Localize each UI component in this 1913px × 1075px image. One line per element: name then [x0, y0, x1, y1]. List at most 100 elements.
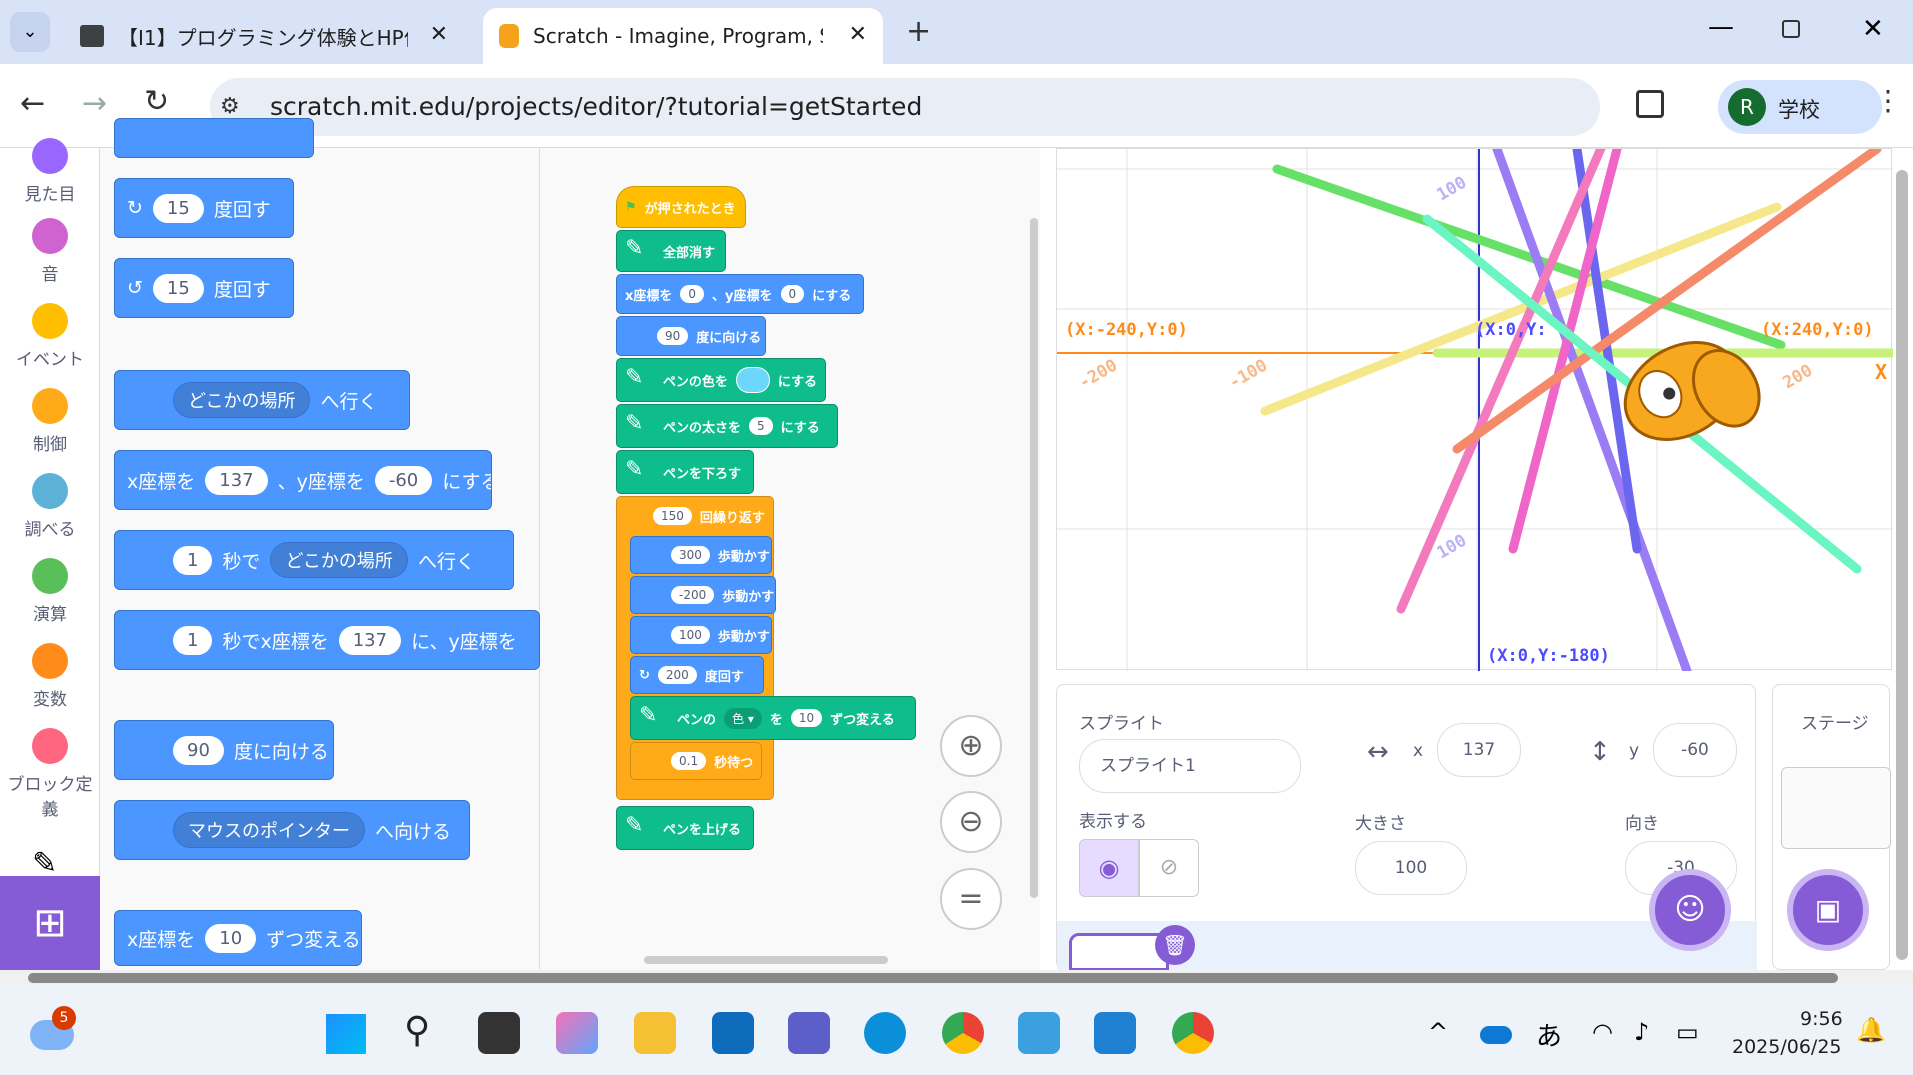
change-value[interactable]: 10: [205, 923, 257, 953]
notifications-icon[interactable]: 🔔: [1856, 1016, 1886, 1044]
block-move-1[interactable]: 300 歩動かす: [630, 536, 772, 574]
add-sprite-button[interactable]: ☺: [1649, 869, 1731, 951]
cat-sprite-icon[interactable]: [1608, 318, 1773, 473]
edge-icon[interactable]: [864, 1012, 906, 1054]
zoom-in-button[interactable]: ⊕: [940, 715, 1002, 777]
chrome-icon[interactable]: [942, 1012, 984, 1054]
show-hidden-button[interactable]: ⊘: [1139, 839, 1199, 897]
task-view-icon[interactable]: [478, 1012, 520, 1054]
forward-icon[interactable]: →: [82, 86, 107, 121]
file-explorer-icon[interactable]: [634, 1012, 676, 1054]
wait-value[interactable]: 0.1: [671, 752, 707, 770]
color-swatch[interactable]: [735, 367, 770, 393]
new-tab-button[interactable]: +: [906, 14, 931, 49]
stage-canvas[interactable]: (X:-240,Y:0) (X:0,Y: (X:240,Y:0) (X:0,Y:…: [1056, 134, 1898, 676]
category-looks[interactable]: 見た目: [0, 138, 100, 205]
block-turn-right[interactable]: ↻ 15 度回す: [114, 178, 294, 238]
wifi-icon[interactable]: ◠: [1592, 1018, 1613, 1046]
block-pen-up[interactable]: ✎ ペンを上げる: [616, 806, 754, 850]
category-operators[interactable]: 演算: [0, 558, 100, 625]
clock-time[interactable]: 9:56: [1800, 1008, 1843, 1030]
stage-thumbnail[interactable]: [1781, 767, 1891, 849]
add-backdrop-button[interactable]: ▣: [1787, 869, 1869, 951]
block-glide[interactable]: 1 秒で どこかの場所 へ行く: [114, 530, 514, 590]
block-pen-clear[interactable]: ✎ 全部消す: [616, 230, 726, 272]
tab-scratch[interactable]: Scratch - Imagine, Program, Sha ✕: [483, 8, 883, 64]
delete-sprite-icon[interactable]: 🗑: [1155, 925, 1195, 965]
pen-param-dropdown[interactable]: 色 ▾: [724, 707, 762, 729]
vscode-icon[interactable]: [1094, 1012, 1136, 1054]
x-value[interactable]: 137: [338, 625, 402, 655]
category-control[interactable]: 制御: [0, 388, 100, 455]
block-change-pen[interactable]: ✎ ペンの色 ▾ を 10 ずつ変える: [630, 696, 916, 740]
category-myblocks[interactable]: ブロック定義: [0, 728, 100, 820]
add-extension-button[interactable]: ⊞: [0, 876, 100, 970]
category-events[interactable]: イベント: [0, 303, 100, 370]
block-gotoxy[interactable]: x座標を 0 、y座標を 0 にする: [616, 274, 864, 314]
category-variables[interactable]: 変数: [0, 643, 100, 710]
ime-indicator[interactable]: あ: [1536, 1016, 1562, 1053]
url-text[interactable]: scratch.mit.edu/projects/editor/?tutoria…: [270, 92, 922, 121]
repeat-value[interactable]: 150: [653, 507, 692, 525]
zoom-out-button[interactable]: ⊖: [940, 791, 1002, 853]
block-top-partial[interactable]: [114, 118, 314, 158]
turn-value[interactable]: 200: [657, 666, 697, 684]
onedrive-icon[interactable]: [1480, 1026, 1512, 1044]
size-value[interactable]: 5: [749, 417, 773, 435]
site-info-icon[interactable]: ⚙: [220, 94, 240, 119]
block-glidexy[interactable]: 1 秒でx座標を 137 に、y座標を: [114, 610, 540, 670]
y-field[interactable]: -60: [1653, 723, 1737, 777]
close-icon[interactable]: ✕: [430, 22, 448, 47]
block-goto[interactable]: どこかの場所 へ行く: [114, 370, 410, 430]
block-set-pen-color[interactable]: ✎ ペンの色を にする: [616, 358, 826, 402]
teams-icon[interactable]: [788, 1012, 830, 1054]
secs-value[interactable]: 1: [173, 545, 213, 575]
page-horizontal-scrollbar[interactable]: [0, 970, 1913, 985]
close-icon[interactable]: ✕: [849, 22, 867, 47]
block-point[interactable]: 90 度に向ける: [114, 720, 334, 780]
search-icon[interactable]: ⚲: [404, 1010, 430, 1051]
y-value[interactable]: -60: [374, 465, 433, 495]
show-visible-button[interactable]: ◉: [1079, 839, 1139, 897]
glide-dropdown[interactable]: どこかの場所: [270, 542, 408, 578]
block-pen-down[interactable]: ✎ ペンを下ろす: [616, 450, 754, 494]
block-gotoxy[interactable]: x座標を 137 、y座標を -60 にする: [114, 450, 492, 510]
block-move-3[interactable]: 100 歩動かす: [630, 616, 772, 654]
battery-icon[interactable]: ▭: [1676, 1018, 1699, 1046]
notepad-icon[interactable]: [1018, 1012, 1060, 1054]
extensions-icon[interactable]: [1636, 90, 1664, 118]
block-move-2[interactable]: -200 歩動かす: [630, 576, 776, 614]
sprite-name-field[interactable]: スプライト1: [1079, 739, 1301, 793]
towards-dropdown[interactable]: マウスのポインター: [173, 812, 365, 848]
tray-chevron-icon[interactable]: ^: [1428, 1018, 1448, 1046]
direction-value[interactable]: 90: [173, 735, 224, 765]
block-wait[interactable]: 0.1 秒待つ: [630, 742, 762, 780]
zoom-reset-button[interactable]: =: [940, 868, 1002, 930]
block-changex[interactable]: x座標を 10 ずつ変える: [114, 910, 362, 966]
block-when-flag-clicked[interactable]: ⚑ が押されたとき: [616, 186, 746, 228]
tab-search-button[interactable]: ⌄: [10, 12, 50, 52]
steps-value[interactable]: 300: [671, 546, 710, 564]
direction-value[interactable]: 90: [657, 327, 689, 345]
category-sensing[interactable]: 調べる: [0, 473, 100, 540]
minimize-button[interactable]: —: [1708, 12, 1734, 42]
copilot-icon[interactable]: [556, 1012, 598, 1054]
steps-value[interactable]: 100: [671, 626, 710, 644]
change-value[interactable]: 10: [790, 709, 823, 727]
back-icon[interactable]: ←: [20, 86, 45, 121]
horizontal-scrollbar[interactable]: [644, 956, 888, 964]
block-turn-left[interactable]: ↺ 15 度回す: [114, 258, 294, 318]
block-pointtowards[interactable]: マウスのポインター へ向ける: [114, 800, 470, 860]
tab-classroom[interactable]: 【I1】プログラミング体験とHP作成実 ✕: [64, 8, 464, 64]
block-turn[interactable]: ↻ 200 度回す: [630, 656, 764, 694]
block-point[interactable]: 90 度に向ける: [616, 316, 766, 356]
steps-value[interactable]: -200: [671, 586, 715, 604]
volume-muted-icon[interactable]: ♪: [1634, 1018, 1649, 1046]
y-value[interactable]: 0: [780, 285, 805, 303]
turn-value[interactable]: 15: [152, 193, 204, 223]
clock-date[interactable]: 2025/06/25: [1732, 1036, 1842, 1058]
x-value[interactable]: 137: [205, 465, 268, 495]
size-field[interactable]: 100: [1355, 841, 1467, 895]
secs-value[interactable]: 1: [173, 625, 213, 655]
vertical-scrollbar[interactable]: [1030, 218, 1038, 898]
